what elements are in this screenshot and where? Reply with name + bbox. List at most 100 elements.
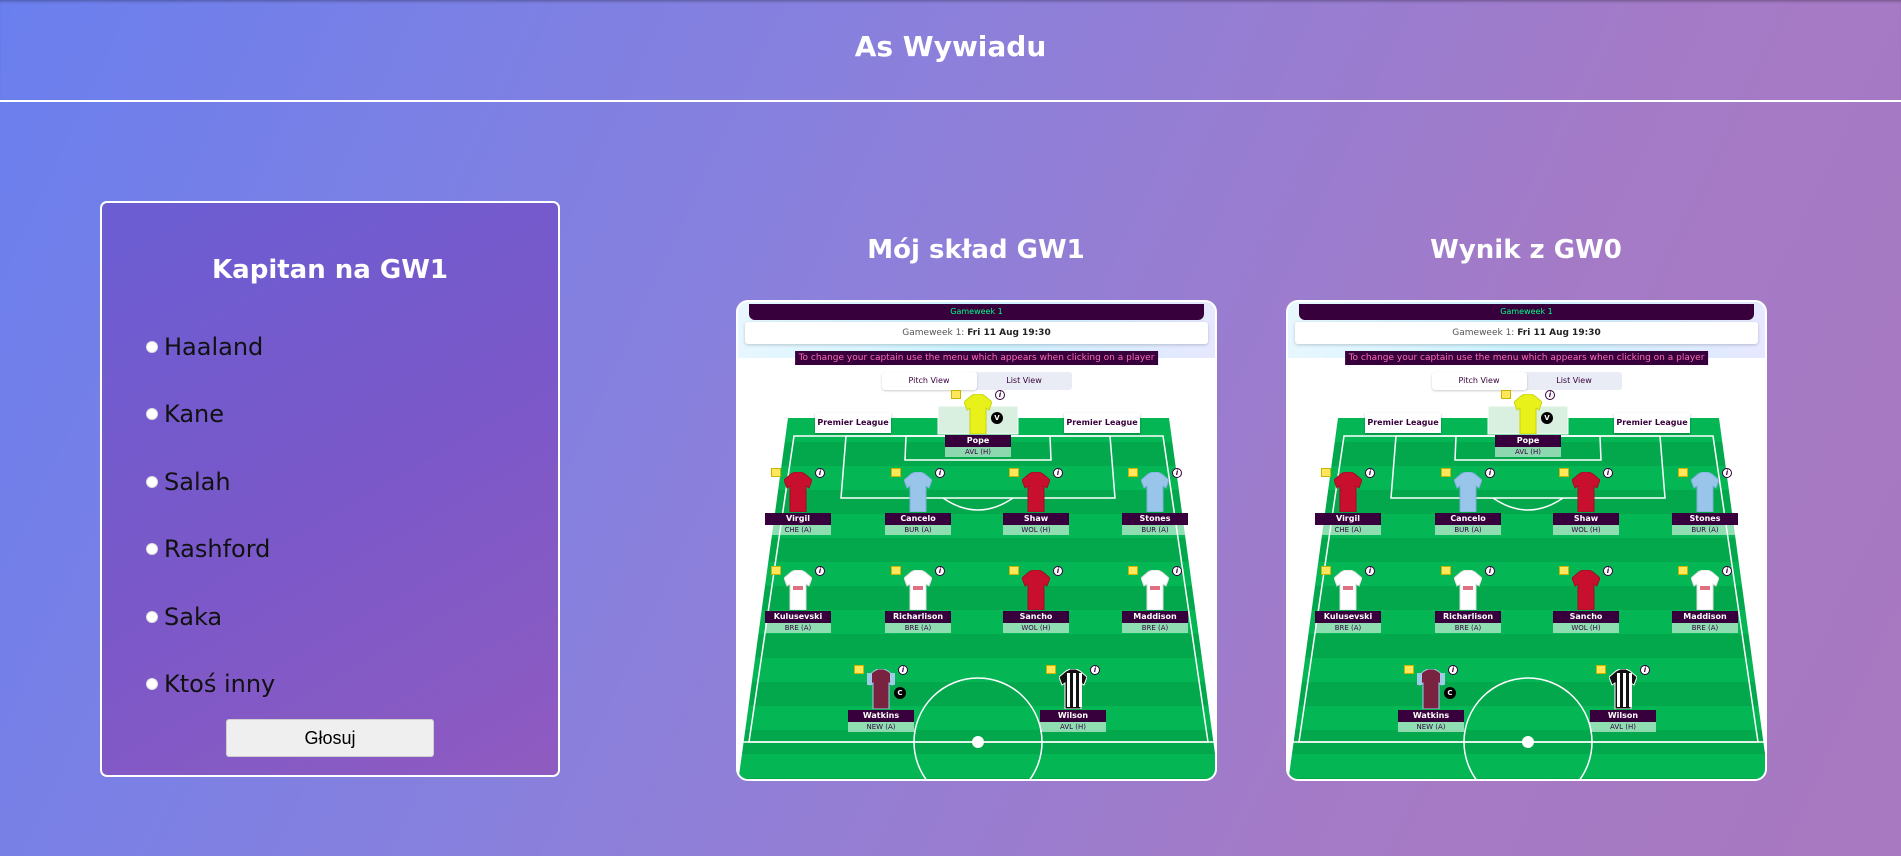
radio-button[interactable] bbox=[146, 678, 158, 690]
info-icon[interactable]: i bbox=[1603, 468, 1613, 478]
info-icon[interactable]: i bbox=[1722, 566, 1732, 576]
shirt-icon bbox=[963, 393, 993, 435]
vote-button[interactable]: Głosuj bbox=[226, 719, 434, 757]
info-icon[interactable]: i bbox=[1172, 468, 1182, 478]
premier-league-board: Premier League bbox=[1365, 413, 1441, 433]
poll-option-kane[interactable]: Kane bbox=[146, 400, 224, 428]
premier-league-board: Premier League bbox=[815, 413, 891, 433]
captain-poll-card: Kapitan na GW1 Haaland Kane Salah Rashfo… bbox=[100, 201, 560, 777]
info-icon[interactable]: i bbox=[1172, 566, 1182, 576]
radio-button[interactable] bbox=[146, 408, 158, 420]
player-fixture: BRE (A) bbox=[1122, 623, 1188, 633]
info-icon[interactable]: i bbox=[1448, 665, 1458, 675]
substitute-icon[interactable] bbox=[1128, 566, 1138, 575]
poll-option-rashford[interactable]: Rashford bbox=[146, 535, 270, 563]
info-icon[interactable]: i bbox=[1053, 468, 1063, 478]
poll-option-salah[interactable]: Salah bbox=[146, 468, 231, 496]
substitute-icon[interactable] bbox=[1321, 566, 1331, 575]
substitute-icon[interactable] bbox=[1678, 468, 1688, 477]
info-icon[interactable]: i bbox=[815, 468, 825, 478]
info-icon[interactable]: i bbox=[1545, 390, 1555, 400]
info-icon[interactable]: i bbox=[1365, 468, 1375, 478]
info-icon[interactable]: i bbox=[935, 468, 945, 478]
poll-option-someone-else[interactable]: Ktoś inny bbox=[146, 670, 275, 698]
player-fixture: CHE (A) bbox=[1315, 525, 1381, 535]
substitute-icon[interactable] bbox=[1009, 566, 1019, 575]
shirt-icon bbox=[1416, 668, 1446, 710]
player-card[interactable]: i Virgil CHE (A) bbox=[1313, 466, 1383, 550]
player-fixture: AVL (H) bbox=[945, 447, 1011, 457]
substitute-icon[interactable] bbox=[1441, 468, 1451, 477]
info-icon[interactable]: i bbox=[1485, 566, 1495, 576]
substitute-icon[interactable] bbox=[1596, 665, 1606, 674]
substitute-icon[interactable] bbox=[1559, 566, 1569, 575]
player-card[interactable]: i Kulusevski BRE (A) bbox=[763, 564, 833, 648]
result-title: Wynik z GW0 bbox=[1430, 235, 1622, 265]
info-icon[interactable]: i bbox=[995, 390, 1005, 400]
shirt-icon bbox=[1571, 471, 1601, 513]
shirt-icon bbox=[1690, 569, 1720, 611]
shirt-icon bbox=[783, 569, 813, 611]
shirt-icon bbox=[1021, 471, 1051, 513]
substitute-icon[interactable] bbox=[1441, 566, 1451, 575]
player-card[interactable]: i Virgil CHE (A) bbox=[763, 466, 833, 550]
captain-badge: C bbox=[1444, 687, 1456, 699]
player-card[interactable]: i V Pope AVL (H) bbox=[1493, 388, 1563, 472]
player-card[interactable]: i Cancelo BUR (A) bbox=[883, 466, 953, 550]
player-card[interactable]: i Sancho WOL (H) bbox=[1551, 564, 1621, 648]
info-icon[interactable]: i bbox=[1485, 468, 1495, 478]
substitute-icon[interactable] bbox=[1501, 390, 1511, 399]
site-title: As Wywiadu bbox=[854, 30, 1047, 63]
substitute-icon[interactable] bbox=[1559, 468, 1569, 477]
substitute-icon[interactable] bbox=[771, 566, 781, 575]
player-name: Watkins bbox=[848, 710, 914, 722]
radio-button[interactable] bbox=[146, 476, 158, 488]
player-card[interactable]: i C Watkins NEW (A) bbox=[846, 663, 916, 747]
info-icon[interactable]: i bbox=[1053, 566, 1063, 576]
player-card[interactable]: i Stones BUR (A) bbox=[1670, 466, 1740, 550]
player-card[interactable]: i Shaw WOL (H) bbox=[1551, 466, 1621, 550]
poll-option-haaland[interactable]: Haaland bbox=[146, 333, 263, 361]
player-card[interactable]: i Maddison BRE (A) bbox=[1670, 564, 1740, 648]
substitute-icon[interactable] bbox=[1321, 468, 1331, 477]
substitute-icon[interactable] bbox=[1404, 665, 1414, 674]
player-card[interactable]: i Sancho WOL (H) bbox=[1001, 564, 1071, 648]
radio-button[interactable] bbox=[146, 543, 158, 555]
info-icon[interactable]: i bbox=[1722, 468, 1732, 478]
substitute-icon[interactable] bbox=[1128, 468, 1138, 477]
player-card[interactable]: i C Watkins NEW (A) bbox=[1396, 663, 1466, 747]
radio-button[interactable] bbox=[146, 611, 158, 623]
substitute-icon[interactable] bbox=[1678, 566, 1688, 575]
radio-button[interactable] bbox=[146, 341, 158, 353]
info-icon[interactable]: i bbox=[1365, 566, 1375, 576]
player-card[interactable]: i Shaw WOL (H) bbox=[1001, 466, 1071, 550]
player-name: Shaw bbox=[1003, 513, 1069, 525]
player-card[interactable]: i Richarlison BRE (A) bbox=[1433, 564, 1503, 648]
premier-league-board: Premier League bbox=[1064, 413, 1140, 433]
player-name: Watkins bbox=[1398, 710, 1464, 722]
substitute-icon[interactable] bbox=[891, 468, 901, 477]
substitute-icon[interactable] bbox=[854, 665, 864, 674]
substitute-icon[interactable] bbox=[951, 390, 961, 399]
substitute-icon[interactable] bbox=[1009, 468, 1019, 477]
substitute-icon[interactable] bbox=[771, 468, 781, 477]
info-icon[interactable]: i bbox=[1640, 665, 1650, 675]
info-icon[interactable]: i bbox=[898, 665, 908, 675]
player-name: Pope bbox=[945, 435, 1011, 447]
info-icon[interactable]: i bbox=[1603, 566, 1613, 576]
player-card[interactable]: i Kulusevski BRE (A) bbox=[1313, 564, 1383, 648]
info-icon[interactable]: i bbox=[935, 566, 945, 576]
player-card[interactable]: i Maddison BRE (A) bbox=[1120, 564, 1190, 648]
player-card[interactable]: i Cancelo BUR (A) bbox=[1433, 466, 1503, 550]
info-icon[interactable]: i bbox=[815, 566, 825, 576]
substitute-icon[interactable] bbox=[1046, 665, 1056, 674]
player-card[interactable]: i Stones BUR (A) bbox=[1120, 466, 1190, 550]
player-card[interactable]: i Wilson AVL (H) bbox=[1038, 663, 1108, 747]
poll-option-saka[interactable]: Saka bbox=[146, 603, 222, 631]
player-card[interactable]: i V Pope AVL (H) bbox=[943, 388, 1013, 472]
player-fixture: AVL (H) bbox=[1495, 447, 1561, 457]
substitute-icon[interactable] bbox=[891, 566, 901, 575]
player-card[interactable]: i Wilson AVL (H) bbox=[1588, 663, 1658, 747]
player-card[interactable]: i Richarlison BRE (A) bbox=[883, 564, 953, 648]
info-icon[interactable]: i bbox=[1090, 665, 1100, 675]
